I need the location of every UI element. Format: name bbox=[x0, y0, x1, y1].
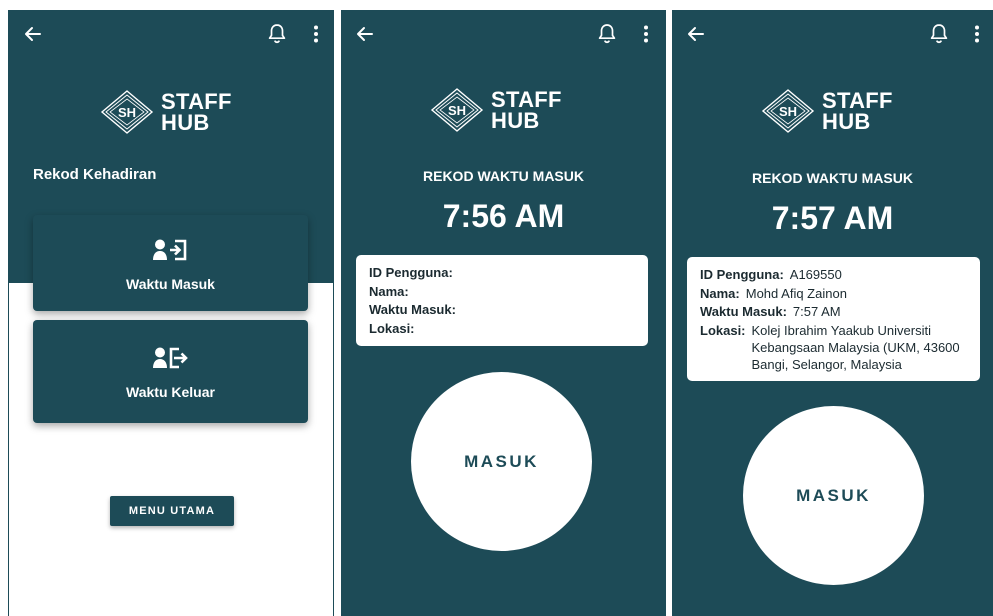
clock-in-submit-button[interactable]: MASUK bbox=[743, 406, 924, 585]
logo-line-1: STAFF bbox=[822, 88, 893, 113]
name-value: Mohd Afiq Zainon bbox=[745, 285, 847, 301]
user-id-label: ID Pengguna: bbox=[700, 267, 784, 282]
user-id-value: A169550 bbox=[789, 267, 842, 282]
name-label: Nama: bbox=[700, 285, 740, 301]
name-row: Nama: bbox=[369, 283, 635, 302]
location-row: Lokasi: bbox=[369, 320, 635, 339]
clock-in-record-screen-filled: SH STAFF HUB REKOD WAKTU MASUK 7:57 AM I… bbox=[672, 10, 993, 616]
record-title: REKOD WAKTU MASUK bbox=[423, 168, 584, 184]
staff-hub-logo: SH STAFF HUB bbox=[99, 88, 232, 136]
location-label: Lokasi: bbox=[700, 322, 746, 338]
app-bar bbox=[9, 10, 333, 60]
time-in-row: Waktu Masuk: 7:57 AM bbox=[700, 303, 976, 322]
logo-wordmark: STAFF HUB bbox=[491, 87, 562, 133]
user-id-label: ID Pengguna: bbox=[369, 265, 453, 280]
time-in-label: Waktu Masuk: bbox=[369, 302, 456, 317]
svg-text:SH: SH bbox=[779, 104, 797, 119]
logo-line-2: HUB bbox=[822, 109, 871, 134]
logo-line-1: STAFF bbox=[161, 89, 232, 114]
kebab-icon[interactable] bbox=[313, 24, 319, 44]
arrow-left-icon[interactable] bbox=[686, 24, 706, 44]
arrow-left-icon[interactable] bbox=[355, 24, 375, 44]
user-sign-in-icon bbox=[152, 239, 186, 261]
app-bar bbox=[672, 10, 993, 60]
logo-wordmark: STAFF HUB bbox=[161, 89, 232, 135]
clock-in-record-screen-empty: SH STAFF HUB REKOD WAKTU MASUK 7:56 AM I… bbox=[341, 10, 666, 616]
attendance-menu-screen: SH STAFF HUB Rekod Kehadiran Waktu Masuk… bbox=[8, 10, 334, 616]
kebab-icon[interactable] bbox=[974, 24, 980, 44]
logo-line-2: HUB bbox=[161, 110, 210, 135]
kebab-icon[interactable] bbox=[643, 24, 649, 44]
name-row: Nama: Mohd Afiq Zainon bbox=[700, 285, 976, 304]
staff-hub-logo: SH STAFF HUB bbox=[760, 87, 893, 135]
current-time: 7:57 AM bbox=[771, 200, 894, 236]
logo-wordmark: STAFF HUB bbox=[822, 88, 893, 134]
main-menu-button[interactable]: MENU UTAMA bbox=[110, 496, 234, 526]
user-id-row: ID Pengguna: A169550 bbox=[700, 266, 976, 285]
clock-in-label: Waktu Masuk bbox=[126, 276, 215, 292]
user-id-row: ID Pengguna: bbox=[369, 264, 635, 283]
bell-icon[interactable] bbox=[267, 23, 287, 45]
logo-emblem-icon: SH bbox=[430, 88, 484, 132]
user-sign-out-icon bbox=[152, 347, 188, 369]
clock-out-button[interactable]: Waktu Keluar bbox=[33, 320, 308, 423]
svg-text:SH: SH bbox=[448, 103, 466, 118]
logo-emblem-icon: SH bbox=[100, 90, 154, 134]
name-label: Nama: bbox=[369, 283, 409, 299]
time-in-row: Waktu Masuk: bbox=[369, 301, 635, 320]
location-row: Lokasi: Kolej Ibrahim Yaakub Universiti K… bbox=[700, 322, 976, 373]
time-in-label: Waktu Masuk: bbox=[700, 304, 787, 319]
page-title: Rekod Kehadiran bbox=[33, 166, 157, 183]
clock-out-label: Waktu Keluar bbox=[126, 384, 215, 400]
bell-icon[interactable] bbox=[597, 23, 617, 45]
logo-emblem-icon: SH bbox=[761, 89, 815, 133]
arrow-left-icon[interactable] bbox=[23, 24, 43, 44]
location-label: Lokasi: bbox=[369, 320, 415, 336]
record-title: REKOD WAKTU MASUK bbox=[752, 170, 913, 186]
clock-in-submit-button[interactable]: MASUK bbox=[411, 372, 592, 551]
bell-icon[interactable] bbox=[929, 23, 949, 45]
logo-line-1: STAFF bbox=[491, 87, 562, 112]
time-in-value: 7:57 AM bbox=[792, 304, 841, 319]
location-value: Kolej Ibrahim Yaakub Universiti Kebangsa… bbox=[751, 322, 960, 372]
svg-text:SH: SH bbox=[118, 105, 136, 120]
clock-in-button[interactable]: Waktu Masuk bbox=[33, 215, 308, 311]
staff-hub-logo: SH STAFF HUB bbox=[429, 86, 562, 134]
user-info-card: ID Pengguna: A169550 Nama: Mohd Afiq Zaino… bbox=[687, 257, 980, 381]
logo-line-2: HUB bbox=[491, 108, 540, 133]
app-bar bbox=[341, 10, 666, 60]
current-time: 7:56 AM bbox=[442, 198, 565, 234]
user-info-card: ID Pengguna: Nama: Waktu Masuk: Lokasi: bbox=[356, 255, 648, 346]
